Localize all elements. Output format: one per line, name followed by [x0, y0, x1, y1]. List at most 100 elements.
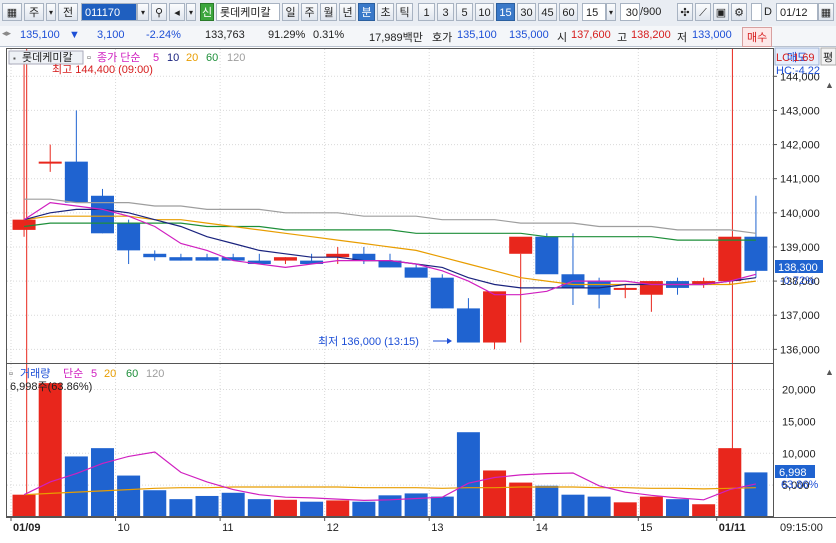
interval-10-button[interactable]: 10 [475, 3, 494, 21]
volume-bar [692, 504, 716, 517]
volume-tick-label: 10,000 [782, 448, 816, 460]
time-tick-label: 10 [118, 522, 130, 534]
volume-bar [666, 499, 690, 517]
time-tick-label: 14 [536, 522, 548, 534]
scroll-up-icon[interactable]: ▲ [825, 80, 834, 90]
candle-body [535, 236, 559, 275]
panel-menu-icon[interactable]: ▪ [13, 54, 16, 63]
volume-bar [587, 496, 611, 517]
mode-dropdown-1[interactable]: 주 [24, 3, 44, 21]
price-panel-title: 롯데케미칼 [22, 51, 73, 64]
period-tick-button[interactable]: 틱 [396, 3, 413, 21]
volume-bar [247, 499, 271, 517]
volume-legend-ma60: 60 [126, 368, 138, 380]
volume-tag-text: 6,998 [779, 467, 807, 479]
hc-label: HC:-4.22 [776, 65, 820, 77]
volume-bar [117, 475, 141, 517]
volume-bar [326, 500, 350, 517]
price-tick-label: 136,000 [780, 344, 820, 356]
interval-select-chevron-icon[interactable]: ▾ [606, 3, 616, 21]
search-icon[interactable]: ⚲ [151, 3, 167, 21]
date-checkbox[interactable] [751, 3, 762, 21]
stock-name-field[interactable]: 롯데케미칼 [216, 3, 280, 21]
volume-bar [718, 448, 742, 517]
candle-body [12, 219, 36, 230]
legend-ma5: 5 [153, 52, 159, 64]
volume-bar [221, 492, 245, 517]
volume-bar [38, 383, 62, 517]
high-price: 138,200 [631, 29, 671, 41]
interval-60-button[interactable]: 60 [559, 3, 578, 21]
buy-button[interactable]: 매수 [742, 27, 773, 47]
calendar-icon[interactable]: ▦ [818, 3, 834, 21]
current-price-tag-text: 138,300 [778, 262, 818, 274]
volume-bar [352, 501, 376, 517]
chevron-down-icon-2[interactable]: ▾ [186, 3, 196, 21]
volume-bar [535, 485, 559, 517]
chart-svg: 136,000137,000138,000139,000140,000141,0… [0, 47, 836, 540]
date-input[interactable]: 01/12 [776, 3, 818, 21]
chart-area: 136,000 137,000 138,000 139,000 140,000 141,0… [0, 47, 836, 540]
legend-ma20: 20 [186, 52, 198, 64]
time-tick-label: 01/09 [13, 522, 41, 534]
time-tick-label: 01/11 [719, 522, 746, 534]
interval-select[interactable]: 15 [582, 3, 606, 21]
price-tick-label: 141,000 [780, 174, 820, 186]
time-label: 09:15:00 [780, 522, 823, 534]
trade-amount: 17,989백만 [369, 32, 423, 44]
save-icon[interactable]: ▣ [713, 3, 729, 21]
open-label: 시 [557, 32, 568, 44]
price-tick-label: 137,000 [780, 310, 820, 322]
period-year-button[interactable]: 년 [339, 3, 356, 21]
volume-legend-ma120: 120 [146, 368, 164, 380]
volume-bar [12, 494, 36, 517]
bid-price: 135,000 [509, 29, 549, 41]
current-price-pct: -0.72% [780, 275, 815, 287]
interval-45-button[interactable]: 45 [538, 3, 557, 21]
code-dropdown-icon[interactable]: ▾ [137, 3, 149, 21]
period-week-button[interactable]: 주 [301, 3, 318, 21]
crosshair-icon[interactable]: ✣ [677, 3, 693, 21]
time-tick-label: 12 [327, 522, 339, 534]
count-input[interactable]: 30 [620, 3, 640, 21]
candle-body [483, 291, 507, 343]
average-price: 133,763 [205, 29, 245, 41]
legend-ma60: 60 [206, 52, 218, 64]
stock-code-input[interactable]: 011170 [81, 3, 137, 21]
period-month-button[interactable]: 월 [320, 3, 337, 21]
mode-dropdown-2[interactable]: 전 [58, 3, 78, 21]
volume-bar [195, 495, 219, 517]
ma-menu-icon[interactable]: ▫ [87, 52, 91, 64]
max-price-annotation: 최고 144,400 (09:00) [52, 63, 153, 76]
volume-bar [378, 495, 402, 517]
period-second-button[interactable]: 초 [377, 3, 394, 21]
legend-ma10: 10 [167, 52, 179, 64]
gear-icon[interactable]: ⚙ [731, 3, 747, 21]
price-tick-label: 140,000 [780, 208, 820, 220]
extra-button[interactable]: 평 [823, 51, 833, 64]
candle-body [273, 257, 297, 261]
volume-bar [273, 499, 297, 517]
candle-body [38, 161, 62, 164]
interval-15-button[interactable]: 15 [496, 3, 515, 21]
volume-bar [561, 494, 585, 517]
quote-bar: ◂▸ 135,100 ▼ 3,100 -2.24% 133,763 91.29%… [0, 26, 836, 47]
chevron-down-icon[interactable]: ▾ [46, 3, 56, 21]
draw-line-icon[interactable]: ⟋ [695, 3, 711, 21]
period-day-button[interactable]: 일 [282, 3, 299, 21]
vol-menu-icon[interactable]: ▫ [9, 368, 13, 380]
period-minute-button[interactable]: 분 [358, 3, 375, 21]
interval-1-button[interactable]: 1 [418, 3, 435, 21]
interval-3-button[interactable]: 3 [437, 3, 454, 21]
candle-body [64, 161, 88, 203]
scroll-up-icon-2[interactable]: ▲ [825, 367, 834, 377]
speaker-icon[interactable]: ◂ [169, 3, 185, 21]
grid-icon[interactable]: ▦ [2, 3, 22, 21]
change-arrow-icon: ▼ [69, 29, 80, 41]
interval-5-button[interactable]: 5 [456, 3, 473, 21]
price-legend-label: 종가 단순 [97, 51, 141, 64]
candle-body [90, 195, 114, 234]
volume-bar [456, 432, 480, 517]
volume-legend-title: 거래량 [20, 367, 50, 380]
interval-30-button[interactable]: 30 [517, 3, 536, 21]
